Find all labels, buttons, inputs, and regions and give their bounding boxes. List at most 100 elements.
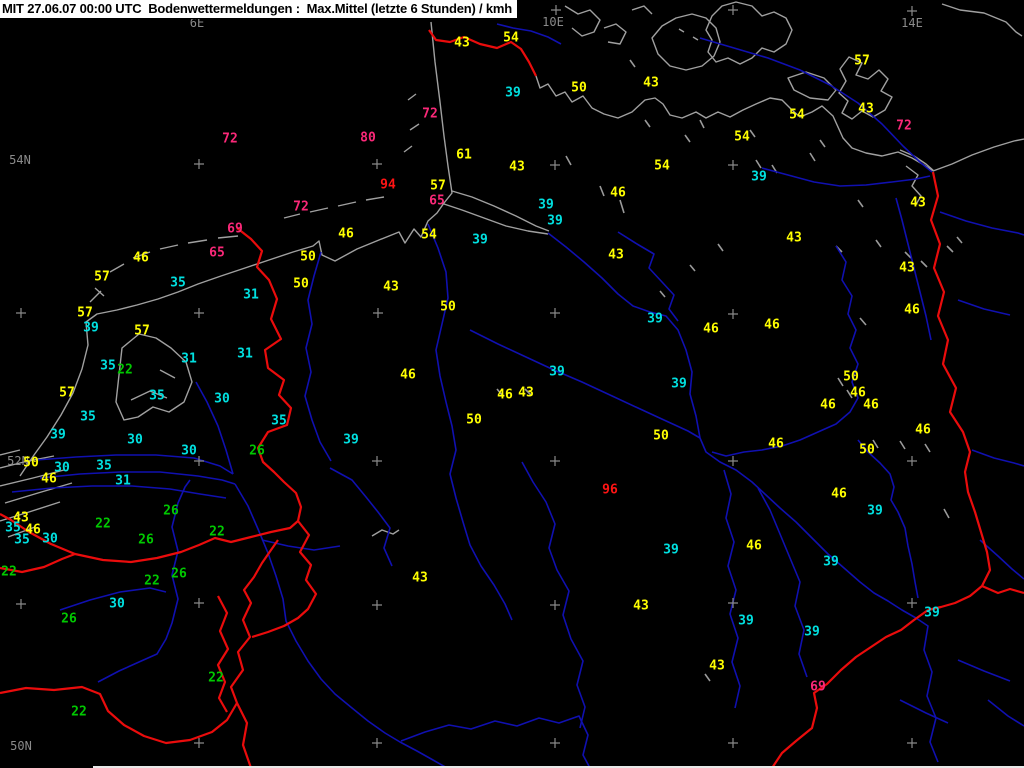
graticule-cross (372, 600, 382, 610)
station-wind-value: 39 (50, 429, 66, 442)
station-wind-value: 39 (505, 87, 521, 100)
station-wind-value: 26 (249, 445, 265, 458)
graticule-cross (907, 738, 917, 748)
station-wind-value: 69 (810, 681, 826, 694)
station-wind-value: 39 (83, 322, 99, 335)
station-wind-value: 69 (227, 223, 243, 236)
graticule-cross (550, 308, 560, 318)
station-wind-value: 54 (734, 131, 750, 144)
station-wind-value: 35 (80, 411, 96, 424)
station-wind-value: 50 (300, 251, 316, 264)
station-wind-value: 30 (109, 598, 125, 611)
station-wind-value: 43 (858, 103, 874, 116)
station-wind-value: 39 (343, 434, 359, 447)
graticule-cross (907, 6, 917, 16)
graticule-cross (728, 309, 738, 319)
graticule-layer (16, 5, 917, 748)
station-wind-value: 46 (610, 187, 626, 200)
station-wind-value: 39 (738, 615, 754, 628)
station-wind-value: 39 (549, 366, 565, 379)
station-wind-value: 54 (503, 32, 519, 45)
station-wind-value: 39 (647, 313, 663, 326)
station-wind-value: 39 (751, 171, 767, 184)
lat-label: 54N (9, 154, 31, 166)
station-wind-value: 43 (899, 262, 915, 275)
graticule-cross (728, 456, 738, 466)
lon-label: 10E (542, 16, 564, 28)
station-wind-value: 50 (466, 414, 482, 427)
graticule-cross (16, 308, 26, 318)
station-wind-value: 57 (430, 180, 446, 193)
station-wind-value: 54 (654, 160, 670, 173)
graticule-cross (194, 159, 204, 169)
station-wind-value: 57 (134, 325, 150, 338)
station-wind-value: 50 (571, 82, 587, 95)
title-bar: MIT 27.06.07 00:00 UTC Bodenwettermeldun… (0, 0, 519, 19)
station-wind-value: 43 (633, 600, 649, 613)
station-wind-value: 46 (703, 323, 719, 336)
station-wind-value: 46 (338, 228, 354, 241)
station-wind-value: 57 (854, 55, 870, 68)
station-wind-value: 43 (786, 232, 802, 245)
graticule-cross (373, 308, 383, 318)
lat-label: 50N (10, 740, 32, 752)
station-wind-value: 46 (863, 399, 879, 412)
station-wind-value: 26 (138, 534, 154, 547)
graticule-cross (372, 738, 382, 748)
station-wind-value: 61 (456, 149, 472, 162)
station-wind-value: 72 (422, 108, 438, 121)
station-wind-value: 46 (768, 438, 784, 451)
station-wind-value: 31 (237, 348, 253, 361)
station-wind-value: 35 (271, 415, 287, 428)
station-wind-value: 50 (653, 430, 669, 443)
station-wind-value: 43 (608, 249, 624, 262)
station-wind-value: 22 (117, 364, 133, 377)
station-wind-value: 43 (518, 387, 534, 400)
graticule-cross (372, 159, 382, 169)
station-wind-value: 39 (663, 544, 679, 557)
station-wind-value: 54 (421, 229, 437, 242)
graticule-cross (194, 308, 204, 318)
station-wind-value: 30 (214, 393, 230, 406)
station-wind-value: 30 (127, 434, 143, 447)
station-wind-value: 50 (843, 371, 859, 384)
station-wind-value: 43 (454, 37, 470, 50)
weather-map: MIT 27.06.07 00:00 UTC Bodenwettermeldun… (0, 0, 1024, 768)
graticule-cross (728, 598, 738, 608)
station-wind-value: 39 (472, 234, 488, 247)
station-wind-value: 22 (95, 518, 111, 531)
station-wind-value: 43 (383, 281, 399, 294)
station-wind-value: 72 (896, 120, 912, 133)
graticule-cross (551, 5, 561, 15)
graticule-cross (728, 738, 738, 748)
graticule-cross (550, 456, 560, 466)
station-wind-value: 50 (859, 444, 875, 457)
station-wind-value: 65 (429, 195, 445, 208)
station-wind-value: 57 (77, 307, 93, 320)
graticule-cross (194, 598, 204, 608)
station-wind-value: 50 (440, 301, 456, 314)
lon-label: 14E (901, 17, 923, 29)
station-wind-value: 46 (133, 252, 149, 265)
station-wind-value: 46 (820, 399, 836, 412)
station-wind-value: 26 (163, 505, 179, 518)
station-wind-value: 43 (709, 660, 725, 673)
graticule-cross (728, 5, 738, 15)
station-wind-value: 57 (94, 271, 110, 284)
station-wind-value: 35 (96, 460, 112, 473)
station-wind-value: 26 (171, 568, 187, 581)
station-wind-value: 35 (100, 360, 116, 373)
station-wind-value: 30 (54, 462, 70, 475)
station-wind-value: 31 (181, 353, 197, 366)
station-wind-value: 72 (293, 201, 309, 214)
station-wind-value: 39 (538, 199, 554, 212)
station-wind-value: 30 (181, 445, 197, 458)
station-wind-value: 39 (823, 556, 839, 569)
station-wind-value: 50 (23, 457, 39, 470)
station-wind-value: 35 (14, 534, 30, 547)
station-wind-value: 46 (904, 304, 920, 317)
station-wind-value: 22 (144, 575, 160, 588)
graticule-cross (728, 160, 738, 170)
station-wind-value: 46 (915, 424, 931, 437)
station-wind-value: 50 (293, 278, 309, 291)
